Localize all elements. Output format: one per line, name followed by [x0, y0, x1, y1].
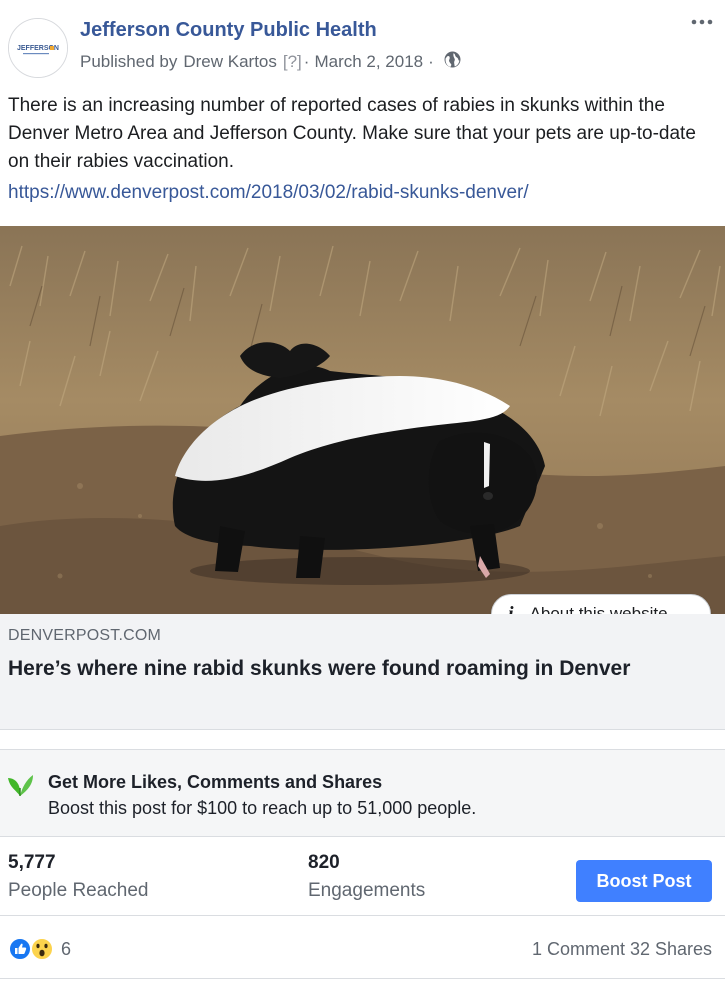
- post-meta: Published by Drew Kartos [?] · March 2, …: [80, 51, 461, 73]
- boost-banner-subtitle: Boost this post for $100 to reach up to …: [48, 798, 477, 818]
- insights-row: 5,777 People Reached 820 Engagements Boo…: [0, 838, 725, 916]
- published-prefix: Published by: [80, 52, 178, 71]
- more-dots-icon[interactable]: [689, 14, 717, 34]
- post-header: JEFFERSON Jefferson County Public Health…: [0, 0, 725, 90]
- people-reached-value: 5,777: [8, 852, 56, 873]
- boost-banner: Get More Likes, Comments and Shares Boos…: [0, 749, 725, 837]
- meta-separator: ·: [303, 52, 310, 71]
- leaf-icon: [6, 770, 34, 798]
- link-preview-card[interactable]: DENVERPOST.COM Here’s where nine rabid s…: [0, 614, 725, 730]
- author-name[interactable]: Drew Kartos: [183, 52, 277, 72]
- like-reaction-icon: [8, 937, 32, 961]
- reactions-bar: 6 1 Comment 32 Shares: [0, 917, 725, 979]
- boost-post-button[interactable]: Boost Post: [576, 860, 712, 902]
- page-name-link[interactable]: Jefferson County Public Health: [80, 19, 377, 42]
- boost-banner-title: Get More Likes, Comments and Shares: [48, 772, 383, 792]
- link-preview-image[interactable]: [0, 226, 725, 614]
- link-domain: DENVERPOST.COM: [8, 627, 162, 644]
- post-url-link[interactable]: https://www.denverpost.com/2018/03/02/ra…: [8, 182, 529, 204]
- shares-count-link[interactable]: 32 Shares: [630, 939, 712, 960]
- post-date[interactable]: March 2, 2018: [314, 52, 423, 72]
- reaction-icons[interactable]: [8, 936, 58, 962]
- help-marker[interactable]: [?]: [283, 52, 302, 72]
- page-avatar[interactable]: JEFFERSON: [8, 18, 68, 78]
- people-reached-label: People Reached: [8, 880, 149, 901]
- reaction-count[interactable]: 6: [61, 939, 71, 960]
- globe-icon: [444, 51, 461, 73]
- engagements-label: Engagements: [308, 880, 426, 901]
- comments-count-link[interactable]: 1 Comment: [532, 939, 625, 960]
- link-title[interactable]: Here’s where nine rabid skunks were foun…: [8, 654, 708, 684]
- post-body-text: There is an increasing number of reporte…: [8, 95, 696, 172]
- meta-separator-2: ·: [428, 52, 434, 71]
- wow-reaction-icon: [30, 937, 54, 961]
- engagements-value: 820: [308, 852, 340, 873]
